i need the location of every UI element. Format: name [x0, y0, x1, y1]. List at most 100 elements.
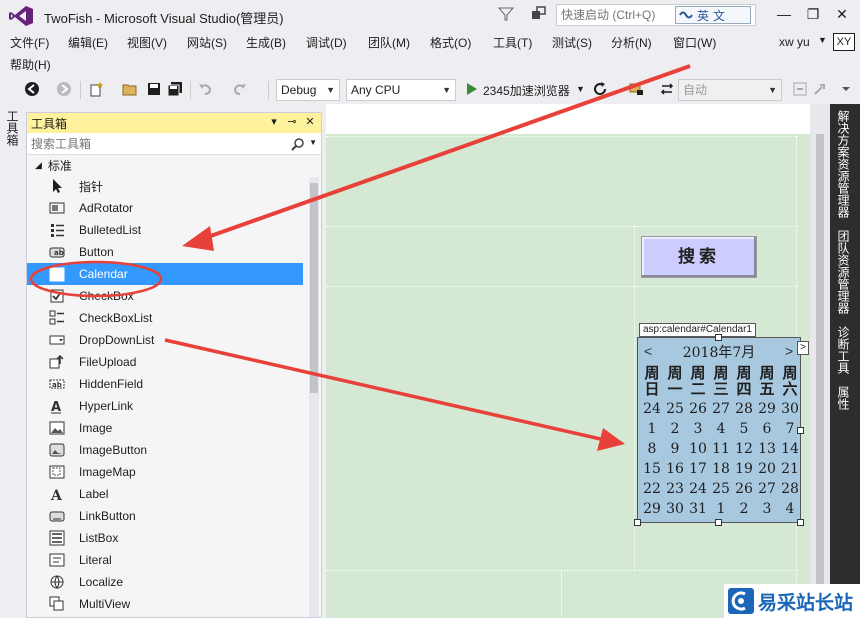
calendar-day[interactable]: 3 [687, 421, 709, 437]
calendar-day[interactable]: 25 [710, 481, 732, 497]
toolbox-item-linkbutton[interactable]: LinkButton [27, 505, 303, 527]
smart-tag-button[interactable]: > [797, 341, 809, 355]
refresh-icon[interactable] [592, 81, 608, 97]
calendar-day[interactable]: 9 [664, 441, 686, 457]
menu-test[interactable]: 测试(S) [552, 34, 592, 51]
calendar-day[interactable]: 2 [733, 501, 755, 517]
menu-website[interactable]: 网站(S) [187, 34, 227, 51]
auto-hide-pin-icon[interactable]: ⊸ [285, 115, 299, 128]
user-dropdown-caret-icon[interactable]: ▼ [818, 35, 827, 45]
position-icon[interactable] [812, 81, 828, 97]
resize-handle[interactable] [634, 519, 641, 526]
menu-debug[interactable]: 调试(D) [306, 34, 347, 51]
calendar-day[interactable]: 28 [779, 481, 801, 497]
calendar-day[interactable]: 15 [641, 461, 663, 477]
calendar-day[interactable]: 23 [664, 481, 686, 497]
menu-view[interactable]: 视图(V) [127, 34, 167, 51]
toolbox-item-literal[interactable]: Literal [27, 549, 303, 571]
calendar-day[interactable]: 19 [733, 461, 755, 477]
menu-format[interactable]: 格式(O) [430, 34, 471, 51]
menu-build[interactable]: 生成(B) [246, 34, 286, 51]
quick-launch-box[interactable]: 英文 [556, 4, 756, 26]
toolbox-item--[interactable]: 指针 [27, 175, 303, 197]
toolbox-search-box[interactable]: ▼ [27, 133, 321, 155]
calendar-day[interactable]: 6 [756, 421, 778, 437]
redo-icon[interactable] [232, 81, 248, 97]
toolbox-item-label[interactable]: A Label [27, 483, 303, 505]
calendar-day[interactable]: 18 [710, 461, 732, 477]
undo-icon[interactable] [197, 81, 213, 97]
calendar-day[interactable]: 4 [710, 421, 732, 437]
chevron-down-icon[interactable]: ▼ [309, 138, 317, 147]
close-button[interactable]: ✕ [832, 4, 852, 24]
window-position-icon[interactable]: ▾ [267, 115, 281, 128]
calendar-day[interactable]: 22 [641, 481, 663, 497]
calendar-day[interactable]: 1 [710, 501, 732, 517]
resize-handle[interactable] [797, 427, 804, 434]
toolbox-item-checkboxlist[interactable]: CheckBoxList [27, 307, 303, 329]
feedback-icon[interactable] [530, 5, 548, 23]
resize-handle[interactable] [715, 334, 722, 341]
toolbox-item-adrotator[interactable]: AdRotator [27, 197, 303, 219]
calendar-day[interactable]: 5 [733, 421, 755, 437]
format-icon[interactable] [792, 81, 808, 97]
calendar-day[interactable]: 29 [756, 401, 778, 417]
chevron-down-icon[interactable]: ▼ [576, 84, 585, 94]
toolbar-overflow-icon[interactable] [838, 81, 854, 97]
navigate-back-icon[interactable] [24, 81, 40, 97]
resize-handle[interactable] [797, 519, 804, 526]
menu-file[interactable]: 文件(F) [10, 34, 49, 51]
start-debugging-icon[interactable] [466, 83, 478, 95]
new-project-icon[interactable] [88, 81, 104, 97]
solution-platform-select[interactable]: Any CPU ▼ [346, 79, 456, 101]
solution-explorer-tab[interactable]: 解决方案资源管理器 [836, 110, 850, 218]
toolbox-item-multiview[interactable]: MultiView [27, 593, 303, 615]
calendar-day[interactable]: 30 [664, 501, 686, 517]
toolbox-scrollbar[interactable] [309, 177, 319, 617]
calendar-day[interactable]: 21 [779, 461, 801, 477]
menu-window[interactable]: 窗口(W) [673, 34, 716, 51]
user-avatar[interactable]: XY [833, 33, 855, 51]
calendar-day[interactable]: 3 [756, 501, 778, 517]
search-button[interactable]: 搜索 [641, 236, 757, 278]
toolbox-scrollbar-thumb[interactable] [310, 183, 318, 393]
browser-link-icon[interactable] [628, 81, 644, 97]
restore-button[interactable]: ❐ [803, 4, 823, 24]
calendar-day[interactable]: 31 [687, 501, 709, 517]
toolbox-item-hiddenfield[interactable]: ab HiddenField [27, 373, 303, 395]
save-all-icon[interactable] [167, 81, 183, 97]
notification-filter-icon[interactable] [498, 6, 514, 22]
navigate-forward-icon[interactable] [56, 81, 72, 97]
calendar-day[interactable]: 13 [756, 441, 778, 457]
toolbox-item-hyperlink[interactable]: A HyperLink [27, 395, 303, 417]
calendar-day[interactable]: 28 [733, 401, 755, 417]
calendar-day[interactable]: 29 [641, 501, 663, 517]
calendar-day[interactable]: 16 [664, 461, 686, 477]
toolbox-item-fileupload[interactable]: FileUpload [27, 351, 303, 373]
toolbox-header[interactable]: 工具箱 ▾ ⊸ ✕ [27, 113, 321, 133]
auto-select[interactable]: 自动 ▼ [678, 79, 782, 101]
toolbox-item-bulletedlist[interactable]: BulletedList [27, 219, 303, 241]
calendar-day[interactable]: 30 [779, 401, 801, 417]
team-explorer-tab[interactable]: 团队资源管理器 [836, 230, 850, 314]
toolbox-item-dropdownlist[interactable]: DropDownList [27, 329, 303, 351]
diagnostic-tools-tab[interactable]: 诊断工具 [836, 326, 850, 374]
calendar-day[interactable]: 25 [664, 401, 686, 417]
calendar-day[interactable]: 26 [687, 401, 709, 417]
ime-language-badge[interactable]: 英文 [675, 6, 751, 24]
calendar-next-month[interactable]: > [785, 343, 793, 359]
menu-tools[interactable]: 工具(T) [493, 34, 532, 51]
search-icon[interactable] [291, 137, 305, 151]
menu-team[interactable]: 团队(M) [368, 34, 410, 51]
calendar-day[interactable]: 14 [779, 441, 801, 457]
user-name[interactable]: xw yu [779, 35, 810, 49]
toolbox-item-imagemap[interactable]: ImageMap [27, 461, 303, 483]
calendar-day[interactable]: 24 [687, 481, 709, 497]
toolbox-item-checkbox[interactable]: CheckBox [27, 285, 303, 307]
toolbox-side-tab[interactable]: 工具箱 [5, 110, 19, 146]
start-debugging-button[interactable]: 2345加速浏览器 [483, 82, 570, 99]
calendar-day[interactable]: 10 [687, 441, 709, 457]
quick-launch-input[interactable] [557, 8, 669, 22]
toolbox-item-listbox[interactable]: ListBox [27, 527, 303, 549]
calendar-day[interactable]: 20 [756, 461, 778, 477]
